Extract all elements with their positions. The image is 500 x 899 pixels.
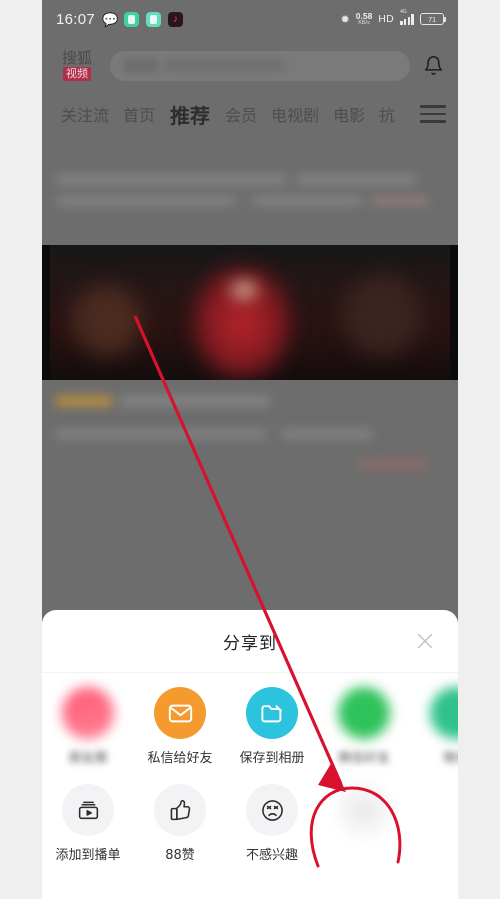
video-blur-blob: [72, 285, 142, 355]
feed-dim-area: [42, 490, 458, 610]
share-sheet-title: 分享到: [223, 633, 277, 654]
tab-tuijian[interactable]: 推荐: [162, 100, 218, 129]
share-row2-item-1-label: 添加到播单: [55, 848, 121, 863]
wechat-icon: [338, 687, 390, 739]
tab-dianying[interactable]: 电影: [326, 102, 372, 126]
logo-text: 搜狐: [61, 49, 92, 67]
video-thumbnail[interactable]: [42, 245, 458, 380]
hd-indicator: HD: [378, 13, 395, 25]
screenshot-root: 16:07 💬 ✹ 0.58 KB/s HD: [0, 0, 500, 899]
share-row1-item-4[interactable]: 微信好友: [318, 687, 410, 766]
bell-icon[interactable]: [420, 53, 446, 79]
search-blurred-tag: [124, 58, 158, 73]
share-row2-item-3-label: 不感兴趣: [245, 848, 298, 863]
share-row1-item-2-label: 私信给好友: [147, 751, 213, 766]
bluetooth-icon: ✹: [340, 13, 350, 26]
thumbs-up-icon: [154, 784, 206, 836]
share-row-2: 添加到播单 88赞 不感兴趣: [42, 770, 458, 867]
network-rate-unit: KB/s: [358, 19, 370, 26]
tab-shouye[interactable]: 首页: [116, 102, 162, 126]
share-row2-item-2[interactable]: 88赞: [134, 784, 226, 863]
wechat-icon: [430, 687, 458, 739]
search-input[interactable]: [110, 50, 410, 81]
battery-level: 71: [428, 14, 436, 24]
app-header: 搜狐 视频: [42, 38, 458, 93]
share-row2-item-4[interactable]: [318, 784, 410, 863]
tab-huiyuan[interactable]: 会员: [218, 102, 264, 126]
mail-icon: [154, 687, 206, 739]
share-row1-item-5-label: 微信: [442, 751, 458, 766]
share-sheet: 分享到 朋友圈 私信给好友 保存到相册 微信好友 微 添加到播单 88赞 不感兴…: [42, 610, 458, 899]
green-app-icon: [124, 11, 140, 27]
share-row2-item-2-label: 88赞: [165, 848, 195, 863]
phone-screen: 16:07 💬 ✹ 0.58 KB/s HD: [42, 0, 458, 899]
share-row1-item-3[interactable]: 保存到相册: [226, 687, 318, 766]
video-blur-blob: [342, 275, 422, 355]
network-rate: 0.58 KB/s: [356, 12, 373, 26]
tab-kang[interactable]: 抗: [372, 102, 402, 126]
tab-guanzhuliu[interactable]: 关注流: [54, 102, 116, 126]
content-feed: [42, 140, 458, 610]
tab-dianshiju[interactable]: 电视剧: [264, 102, 326, 126]
close-icon[interactable]: [414, 630, 436, 652]
status-bar-left: 16:07 💬: [56, 10, 184, 28]
share-sheet-header: 分享到: [42, 610, 458, 673]
share-row-1: 朋友圈 私信给好友 保存到相册 微信好友 微: [42, 673, 458, 770]
video-letterbox-left: [42, 245, 50, 380]
wechat-icon: 💬: [102, 11, 119, 27]
hamburger-menu-icon[interactable]: [420, 103, 446, 125]
battery-icon: 71: [420, 13, 447, 25]
video-letterbox-right: [450, 245, 458, 380]
dislike-face-icon: [246, 784, 298, 836]
status-time: 16:07: [56, 10, 96, 28]
playlist-icon: [62, 784, 114, 836]
share-row2-item-3[interactable]: 不感兴趣: [226, 784, 318, 863]
sohu-video-logo: 搜狐 视频: [54, 50, 100, 81]
share-row2-item-1[interactable]: 添加到播单: [42, 784, 134, 863]
share-row1-item-1-label: 朋友圈: [68, 751, 108, 766]
tiktok-icon: [168, 11, 184, 27]
status-bar: 16:07 💬 ✹ 0.58 KB/s HD: [42, 0, 458, 38]
moments-icon: [62, 687, 114, 739]
status-bar-right: ✹ 0.58 KB/s HD 71: [340, 9, 447, 26]
share-row1-item-2[interactable]: 私信给好友: [134, 687, 226, 766]
teal-app-icon: [146, 11, 162, 27]
share-row1-item-5[interactable]: 微信: [410, 687, 458, 766]
share-row1-item-4-label: 微信好友: [337, 751, 390, 766]
share-row1-item-3-label: 保存到相册: [239, 751, 305, 766]
folder-icon: [246, 687, 298, 739]
logo-badge: 视频: [63, 67, 91, 81]
more-icon: [338, 784, 390, 836]
share-row1-item-1[interactable]: 朋友圈: [42, 687, 134, 766]
nav-tabs: 关注流 首页 推荐 会员 电视剧 电影 抗: [42, 93, 458, 135]
feed-card-below-blurred: [42, 385, 458, 485]
app-background-dimmed: 16:07 💬 ✹ 0.58 KB/s HD: [42, 0, 458, 610]
signal-bars-icon: [400, 9, 414, 25]
feed-card-text-blurred: [42, 170, 458, 242]
search-blurred-text: [164, 59, 284, 72]
